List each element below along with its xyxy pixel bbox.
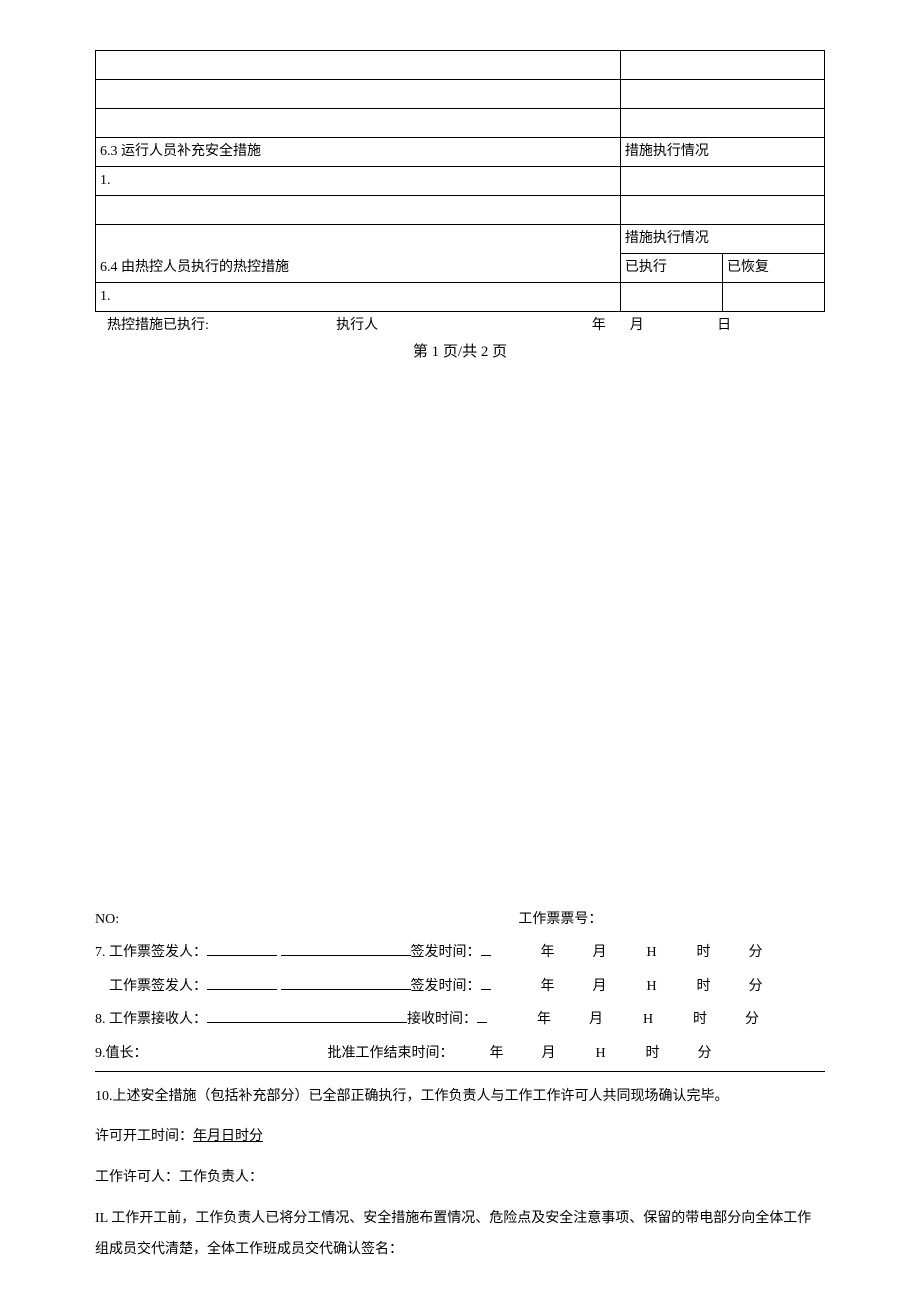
sign-time-label: 签发时间： (411, 936, 481, 970)
line-7-issuer: 7. 工作票签发人： 签发时间： 年 月 H 时 分 (95, 936, 825, 970)
line-11-briefing: IL 工作开工前，工作负责人已将分工情况、安全措施布置情况、危险点及安全注意事项… (95, 1204, 825, 1266)
section-6-4-title: 6.4 由热控人员执行的热控措施 (96, 225, 621, 283)
execution-confirm-line: 热控措施已执行: 执行人 年 月 日 (95, 316, 825, 336)
empty-cell (620, 167, 824, 196)
empty-cell (620, 51, 824, 80)
section-6-3-item: 1. (96, 167, 621, 196)
minute-label: 分 (739, 936, 773, 970)
l8-label: 8. 工作票接收人： (95, 1003, 207, 1037)
h-label: H (635, 936, 669, 970)
exec-year: 年 (484, 316, 629, 336)
empty-cell (722, 283, 824, 312)
section-6-4-restored-header: 已恢复 (722, 254, 824, 283)
hour-label: 时 (683, 1003, 717, 1037)
line-10-confirmation: 10.上述安全措施（包括补充部分）已全部正确执行，工作负责人与工作工作许可人共同… (95, 1082, 825, 1113)
minute-label: 分 (735, 1003, 769, 1037)
blank-field[interactable] (477, 1008, 487, 1023)
empty-cell (96, 80, 621, 109)
month-label: 月 (579, 1003, 613, 1037)
blank-field[interactable] (207, 975, 277, 990)
start-time-label: 许可开工时间： (95, 1129, 193, 1144)
year-label: 年 (527, 1003, 561, 1037)
hour-label: 时 (687, 936, 721, 970)
h-label: H (635, 970, 669, 1004)
exec-month: 月 (630, 316, 697, 336)
no-label: NO: (95, 903, 518, 937)
section-6-3-status-header: 措施执行情况 (620, 138, 824, 167)
l7b-label: 工作票签发人： (109, 970, 207, 1004)
minute-label: 分 (688, 1037, 722, 1071)
month-label: 月 (532, 1037, 566, 1071)
h-label: H (631, 1003, 665, 1037)
empty-cell (96, 51, 621, 80)
recv-time-label: 接收时间： (407, 1003, 477, 1037)
l9a-label: 9.值长： (95, 1037, 148, 1071)
hour-label: 时 (636, 1037, 670, 1071)
sign-time-label: 签发时间： (411, 970, 481, 1004)
blank-field[interactable] (281, 975, 411, 990)
empty-cell (96, 109, 621, 138)
page-number: 第 1 页/共 2 页 (95, 342, 825, 363)
blank-field[interactable] (281, 941, 411, 956)
section-6-4-status-header: 措施执行情况 (620, 225, 824, 254)
line-7b-issuer: 工作票签发人： 签发时间： 年 月 H 时 分 (95, 970, 825, 1004)
month-label: 月 (583, 970, 617, 1004)
blank-field[interactable] (481, 975, 491, 990)
ticket-no-row: NO: 工作票票号： (95, 903, 825, 937)
year-label: 年 (531, 970, 565, 1004)
empty-cell (96, 196, 621, 225)
exec-prefix: 热控措施已执行: (95, 316, 336, 336)
blank-field[interactable] (207, 1008, 277, 1023)
blank-field[interactable] (207, 941, 277, 956)
exec-day: 日 (697, 316, 825, 336)
exec-person-label: 执行人 (336, 316, 484, 336)
line-8-receiver: 8. 工作票接收人： 接收时间： 年 月 H 时 分 (95, 1003, 825, 1037)
l9b-label: 批准工作结束时间： (328, 1037, 454, 1071)
month-label: 月 (583, 936, 617, 970)
empty-cell (620, 80, 824, 109)
section-6-3-title: 6.3 运行人员补充安全措施 (96, 138, 621, 167)
blank-field[interactable] (481, 941, 491, 956)
ticket-no-label: 工作票票号： (518, 903, 825, 937)
empty-cell (620, 283, 722, 312)
empty-cell (620, 109, 824, 138)
section-6-4-item: 1. (96, 283, 621, 312)
safety-measures-table: 6.3 运行人员补充安全措施 措施执行情况 1. 6.4 由热控人员执行的热控措… (95, 50, 825, 312)
hour-label: 时 (687, 970, 721, 1004)
blank-field[interactable] (277, 1008, 407, 1023)
line-10c-signers: 工作许可人：工作负责人： (95, 1163, 825, 1194)
line-9-shift-leader: 9.值长： 批准工作结束时间： 年 月 H 时 分 (95, 1037, 825, 1072)
h-label: H (584, 1037, 618, 1071)
l7-label: 7. 工作票签发人： (95, 936, 207, 970)
line-10b: 许可开工时间：年月日时分 (95, 1122, 825, 1153)
start-time-value: 年月日时分 (193, 1129, 263, 1144)
section-6-4-executed-header: 已执行 (620, 254, 722, 283)
minute-label: 分 (739, 970, 773, 1004)
year-label: 年 (531, 936, 565, 970)
empty-cell (620, 196, 824, 225)
year-label: 年 (480, 1037, 514, 1071)
